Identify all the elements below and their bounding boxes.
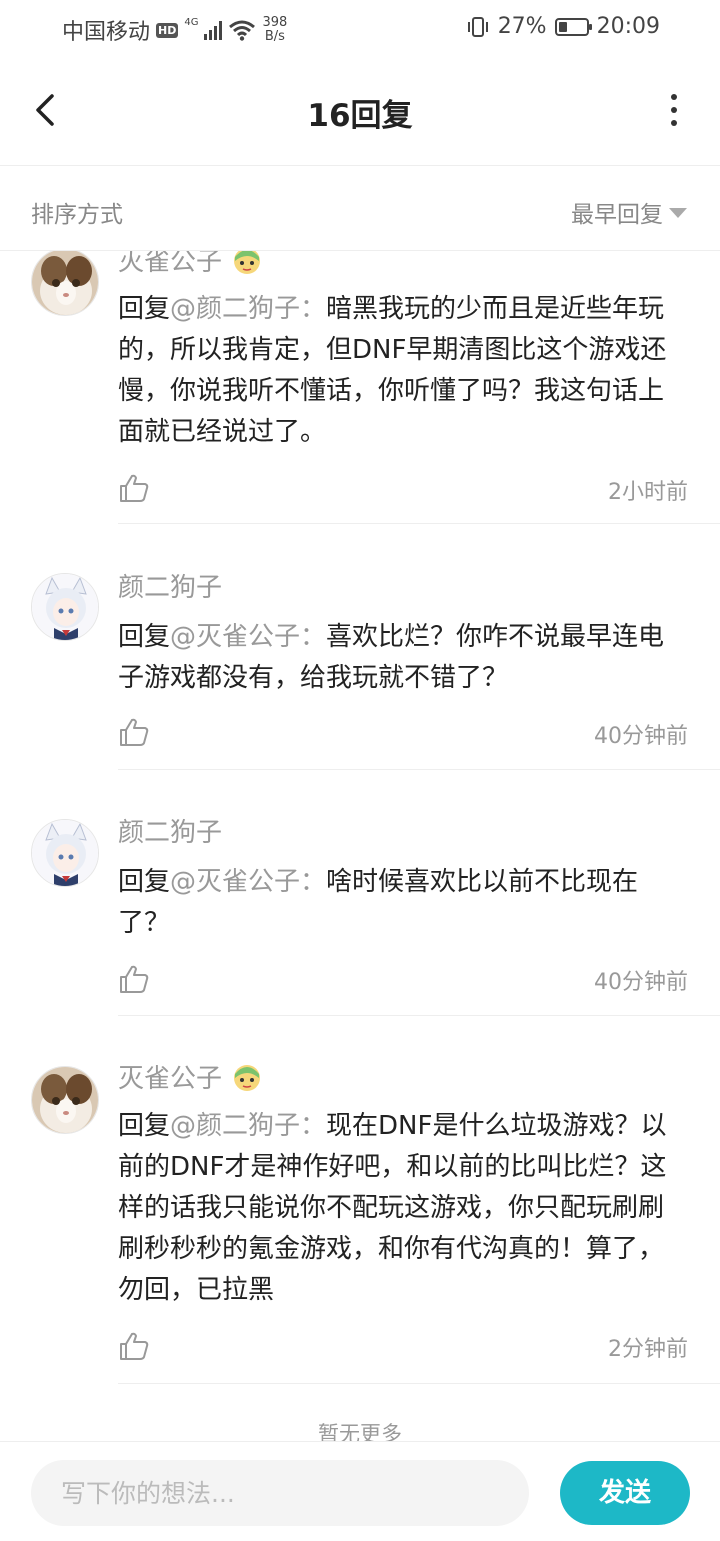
hd-icon: HD xyxy=(156,22,179,38)
username-text: 灭雀公子 xyxy=(118,1064,223,1094)
status-bar-left: 中国移动 HD 4G 398 B/s xyxy=(62,14,287,46)
status-bar: 中国移动 HD 4G 398 B/s 27% 20:09 xyxy=(0,0,720,56)
network-type-label: 4G xyxy=(184,16,199,28)
thumbs-up-icon xyxy=(120,718,149,746)
sort-order-value: 最早回复 xyxy=(571,202,663,228)
reply-username[interactable]: 灭雀公子 xyxy=(118,251,264,278)
reply-mention[interactable]: @灭雀公子： xyxy=(170,867,326,897)
comment-input-bar: 发送 xyxy=(0,1441,720,1541)
reply-prefix: 回复 xyxy=(118,867,171,897)
reply-prefix: 回复 xyxy=(118,622,171,652)
reply-mention[interactable]: @颜二狗子： xyxy=(170,294,326,324)
anime-girl-avatar[interactable] xyxy=(31,573,99,641)
level-badge-icon xyxy=(234,251,261,274)
like-button[interactable] xyxy=(118,472,150,504)
username-text: 灭雀公子 xyxy=(118,251,223,277)
thumbs-up-icon xyxy=(120,474,149,502)
like-button[interactable] xyxy=(118,963,150,995)
username-text: 颜二狗子 xyxy=(118,818,223,848)
reply-mention[interactable]: @颜二狗子： xyxy=(170,1111,326,1141)
thumbs-up-icon xyxy=(120,965,149,993)
reply-content: 回复@颜二狗子：现在DNF是什么垃圾游戏？以前的DNF才是神作好吧，和以前的比叫… xyxy=(118,1106,688,1311)
reply-username[interactable]: 颜二狗子 xyxy=(118,812,222,849)
reply-time: 2分钟前 xyxy=(608,1337,688,1362)
divider xyxy=(118,1383,720,1384)
signal-icon xyxy=(204,20,223,40)
like-button[interactable] xyxy=(118,716,150,748)
level-badge-icon xyxy=(234,1064,261,1091)
reply-time: 40分钟前 xyxy=(594,970,688,995)
vibrate-icon xyxy=(467,16,488,37)
dropdown-caret-icon xyxy=(669,208,687,218)
reply-time: 40分钟前 xyxy=(594,724,688,749)
carrier-label: 中国移动 xyxy=(62,20,151,45)
sort-label: 排序方式 xyxy=(31,202,123,228)
clock: 20:09 xyxy=(596,14,660,39)
top-navigation-bar: 16回复 xyxy=(0,56,720,166)
reply-username[interactable]: 颜二狗子 xyxy=(118,567,222,604)
comment-input[interactable] xyxy=(31,1460,529,1526)
reply-time: 2小时前 xyxy=(608,480,688,505)
reply-username[interactable]: 灭雀公子 xyxy=(118,1058,264,1095)
reply-content: 回复@灭雀公子：喜欢比烂？你咋不说最早连电子游戏都没有，给我玩就不错了？ xyxy=(118,617,688,699)
battery-percent: 27% xyxy=(497,14,547,39)
send-button[interactable]: 发送 xyxy=(560,1461,690,1525)
divider xyxy=(118,523,720,524)
reply-content: 回复@灭雀公子：啥时候喜欢比以前不比现在了？ xyxy=(118,862,688,944)
status-bar-right: 27% 20:09 xyxy=(466,14,660,39)
sort-order-dropdown[interactable]: 最早回复 xyxy=(571,195,687,229)
network-speed-unit: B/s xyxy=(264,29,285,44)
battery-icon xyxy=(554,17,592,36)
network-speed: 398 B/s xyxy=(262,16,287,44)
sort-bar: 排序方式 最早回复 xyxy=(0,167,720,251)
anime-girl-avatar[interactable] xyxy=(31,819,99,887)
reply-list[interactable]: 灭雀公子 回复@颜二狗子：暗黑我玩的少而且是近些年玩的，所以我肯定，但DNF早期… xyxy=(0,251,720,1441)
reply-prefix: 回复 xyxy=(118,1111,171,1141)
cat-avatar[interactable] xyxy=(31,1066,99,1134)
username-text: 颜二狗子 xyxy=(118,573,223,603)
divider xyxy=(118,1015,720,1016)
reply-content: 回复@颜二狗子：暗黑我玩的少而且是近些年玩的，所以我肯定，但DNF早期清图比这个… xyxy=(118,289,688,453)
wifi-icon xyxy=(229,20,256,41)
reply-prefix: 回复 xyxy=(118,294,171,324)
more-dots-icon xyxy=(671,94,677,100)
reply-mention[interactable]: @灭雀公子： xyxy=(170,622,326,652)
divider xyxy=(118,769,720,770)
network-speed-value: 398 xyxy=(262,15,288,30)
like-button[interactable] xyxy=(118,1330,150,1362)
cat-avatar[interactable] xyxy=(31,251,99,316)
thumbs-up-icon xyxy=(120,1332,149,1360)
page-title: 16回复 xyxy=(307,98,413,134)
more-options-button[interactable] xyxy=(668,94,680,126)
